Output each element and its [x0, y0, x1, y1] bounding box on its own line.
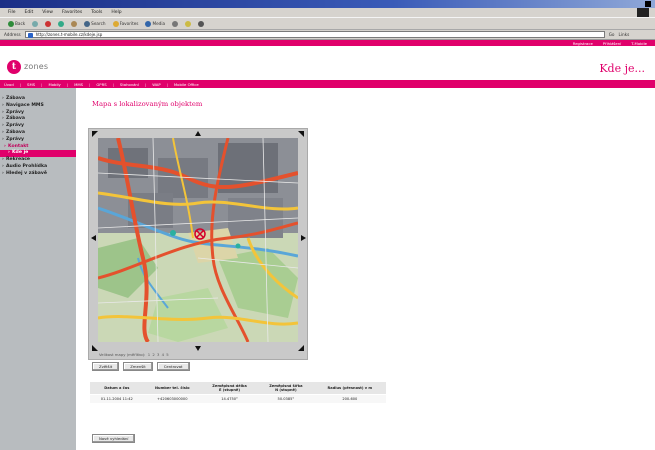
favorites-button[interactable]: Favorites	[111, 20, 141, 27]
sidebar-item[interactable]: Zábava	[0, 96, 76, 103]
zoom-label: Velikost mapy (měřítko):	[99, 352, 146, 357]
zoom-level-3[interactable]: 3	[157, 352, 159, 357]
column-header: Zeměpisná délka E (stupně)	[200, 382, 259, 395]
sidebar: Zábava Navigace MMS Zprávy Zábava Zprávy…	[0, 88, 76, 450]
mail-icon	[185, 20, 192, 27]
refresh-icon	[58, 20, 65, 27]
forward-button[interactable]	[30, 20, 40, 27]
nav-mobily[interactable]: Mobily	[48, 82, 60, 87]
refresh-button[interactable]	[56, 20, 66, 27]
header-title: Kde je...	[599, 62, 645, 75]
search-button[interactable]: Search	[82, 20, 107, 27]
search-icon	[84, 20, 91, 27]
menu-edit[interactable]: Edit	[25, 10, 34, 15]
table-cell-date: 01.11.2004 11:42	[90, 394, 144, 404]
stop-button[interactable]	[43, 20, 53, 27]
logo-text: zones	[24, 62, 49, 71]
windows-flag-icon	[637, 8, 649, 17]
table-cell-latitude: 50.0385°	[258, 394, 314, 404]
ie-page-icon	[27, 32, 33, 38]
links-button[interactable]: Links	[619, 32, 630, 37]
forward-arrow-icon	[32, 20, 39, 27]
menu-view[interactable]: View	[42, 10, 53, 15]
address-label: Address	[4, 32, 21, 37]
mail-button[interactable]	[183, 20, 193, 27]
address-bar: Address http://zones.t-mobile.cz/kdeje.j…	[0, 30, 655, 40]
location-result-table: Datum a čas Number tel. číslo Zeměpisná …	[90, 382, 386, 404]
zoom-out-button[interactable]: Zmenšit	[123, 362, 153, 371]
browser-menu-bar: File Edit View Favorites Tools Help	[0, 8, 655, 17]
url-input[interactable]: http://zones.t-mobile.cz/kdeje.jsp	[24, 31, 605, 38]
media-icon	[145, 20, 152, 27]
browser-title-bar	[0, 0, 655, 8]
map-button-row: Zvětšit Zmenšit Centrovat	[92, 362, 190, 371]
menu-file[interactable]: File	[8, 10, 16, 15]
top-link-prihlaseni[interactable]: Přihlášení	[603, 41, 621, 46]
zoom-in-button[interactable]: Zvětšit	[92, 362, 120, 371]
sidebar-item[interactable]: Navigace MMS	[0, 103, 76, 110]
sidebar-item[interactable]: Zprávy	[0, 137, 76, 144]
history-button[interactable]	[170, 20, 180, 27]
stop-icon	[45, 20, 52, 27]
site-header: t zones Kde je...	[0, 46, 655, 80]
zoom-level-1[interactable]: 1	[148, 352, 150, 357]
nav-mobile-office[interactable]: Mobile Office	[174, 82, 199, 87]
page-title: Mapa s lokalizovaným objektem	[92, 100, 203, 108]
browser-toolbar: Back Search Favorites Media	[0, 17, 655, 30]
menu-favorites[interactable]: Favorites	[62, 10, 82, 15]
print-icon	[198, 20, 205, 27]
zoom-level-5[interactable]: 5	[166, 352, 168, 357]
map-image[interactable]	[98, 138, 298, 342]
pan-west-arrow-icon[interactable]	[91, 235, 96, 241]
map-drawing	[98, 138, 298, 342]
t-zones-logo-icon[interactable]: t	[7, 60, 21, 74]
back-button[interactable]: Back	[6, 20, 27, 27]
table-cell-number: +420603000000	[143, 394, 201, 404]
column-header: Number tel. číslo	[143, 382, 201, 395]
menu-tools[interactable]: Tools	[91, 10, 102, 15]
pan-north-arrow-icon[interactable]	[195, 131, 201, 136]
nav-sms[interactable]: SMS	[27, 82, 35, 87]
print-button[interactable]	[196, 20, 206, 27]
home-button[interactable]	[69, 20, 79, 27]
sidebar-item[interactable]: Zábava	[0, 130, 76, 137]
pan-east-arrow-icon[interactable]	[301, 235, 306, 241]
menu-help[interactable]: Help	[111, 10, 121, 15]
map-zoom-selector: Velikost mapy (měřítko): 1 2 3 4 5	[98, 352, 169, 357]
back-arrow-icon	[8, 20, 14, 27]
column-header: Zeměpisná šířka N (stupně)	[258, 382, 314, 395]
sidebar-item[interactable]: Audio Prohlídka	[0, 164, 76, 171]
home-icon	[71, 20, 78, 27]
table-cell-radius: 200-600	[313, 394, 386, 404]
column-header: Radius (přesnost) v m	[313, 382, 386, 395]
top-link-tmobile[interactable]: T-Mobile	[631, 41, 647, 46]
pan-south-arrow-icon[interactable]	[195, 346, 201, 351]
go-button[interactable]: Go	[609, 32, 615, 37]
nav-uvod[interactable]: Úvod	[4, 82, 14, 87]
nav-stahovani[interactable]: Stahování	[120, 82, 139, 87]
table-cell-longitude: 14.4750°	[200, 394, 259, 404]
table-header-row: Datum a čas Number tel. číslo Zeměpisná …	[90, 382, 386, 395]
media-button[interactable]: Media	[143, 20, 167, 27]
star-icon	[112, 20, 119, 27]
nav-mms[interactable]: MMS	[74, 82, 83, 87]
main-nav: Úvod | SMS | Mobily | MMS | GPRS | Stahování |…	[0, 80, 655, 88]
nav-wap[interactable]: WAP	[152, 82, 160, 87]
windows-logo-icon	[645, 1, 651, 7]
sidebar-item[interactable]: Zprávy	[0, 123, 76, 130]
history-icon	[172, 20, 179, 27]
zoom-level-2[interactable]: 2	[152, 352, 154, 357]
new-search-button[interactable]: Nové vyhledání	[92, 434, 136, 443]
zoom-level-4[interactable]: 4	[162, 352, 164, 357]
center-button[interactable]: Centrovat	[156, 362, 190, 371]
sidebar-item[interactable]: Rekreace	[0, 157, 76, 164]
sidebar-item[interactable]: Hledej v zábavě	[0, 171, 76, 178]
table-row: 01.11.2004 11:42 +420603000000 14.4750° …	[90, 394, 386, 404]
column-header: Datum a čas	[90, 382, 144, 395]
top-link-registrace[interactable]: Registrace	[573, 41, 593, 46]
nav-gprs[interactable]: GPRS	[96, 82, 106, 87]
